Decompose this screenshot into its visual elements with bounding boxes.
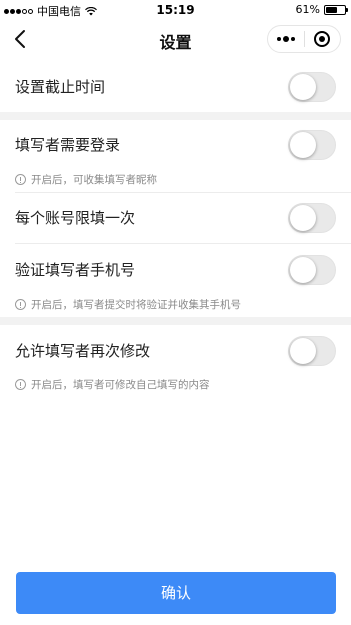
setting-row-once-per-account: 每个账号限填一次: [0, 193, 351, 243]
setting-hint: 开启后，可收集填写者昵称: [15, 172, 157, 187]
battery-fill: [326, 6, 337, 13]
info-icon: [15, 379, 26, 390]
verify-phone-toggle[interactable]: [288, 255, 336, 285]
more-button[interactable]: [268, 26, 304, 52]
section-gap: [0, 112, 351, 120]
setting-label: 每个账号限填一次: [15, 209, 136, 227]
status-bar: 中国电信 15:19 61%: [0, 0, 351, 20]
setting-hint: 开启后，填写者提交时将验证并收集其手机号: [15, 297, 241, 312]
setting-row-login-required: 填写者需要登录: [0, 120, 351, 170]
battery-percent: 61%: [295, 3, 320, 16]
allow-modify-toggle[interactable]: [288, 336, 336, 366]
toggle-knob: [290, 205, 316, 231]
once-per-account-toggle[interactable]: [288, 203, 336, 233]
confirm-button[interactable]: 确认: [16, 572, 336, 614]
setting-label: 验证填写者手机号: [15, 261, 136, 279]
nav-bar: 设置: [0, 20, 351, 58]
hint-text: 开启后，可收集填写者昵称: [31, 174, 157, 186]
toggle-knob: [290, 132, 316, 158]
deadline-toggle[interactable]: [288, 72, 336, 102]
hint-text: 开启后，填写者提交时将验证并收集其手机号: [31, 299, 241, 311]
toggle-knob: [290, 257, 316, 283]
hint-text: 开启后，填写者可修改自己填写的内容: [31, 379, 210, 391]
info-icon: [15, 299, 26, 310]
toggle-knob: [290, 338, 316, 364]
info-icon: [15, 174, 26, 185]
setting-row-allow-modify: 允许填写者再次修改: [0, 326, 351, 376]
setting-label: 允许填写者再次修改: [15, 342, 151, 360]
setting-hint: 开启后，填写者可修改自己填写的内容: [15, 377, 210, 392]
row-divider: [15, 243, 351, 244]
mini-program-capsule: [267, 25, 341, 53]
more-dots-icon: [276, 36, 295, 42]
mini-program-close-icon: [314, 31, 331, 47]
battery-icon: [324, 4, 348, 15]
section-gap: [0, 317, 351, 325]
setting-row-deadline: 设置截止时间: [0, 62, 351, 112]
login-required-toggle[interactable]: [288, 130, 336, 160]
toggle-knob: [290, 74, 316, 100]
close-mini-program-button[interactable]: [305, 26, 341, 52]
setting-label: 填写者需要登录: [15, 136, 121, 154]
setting-row-verify-phone: 验证填写者手机号: [0, 245, 351, 295]
setting-label: 设置截止时间: [15, 78, 106, 96]
status-right: 61%: [295, 3, 348, 16]
